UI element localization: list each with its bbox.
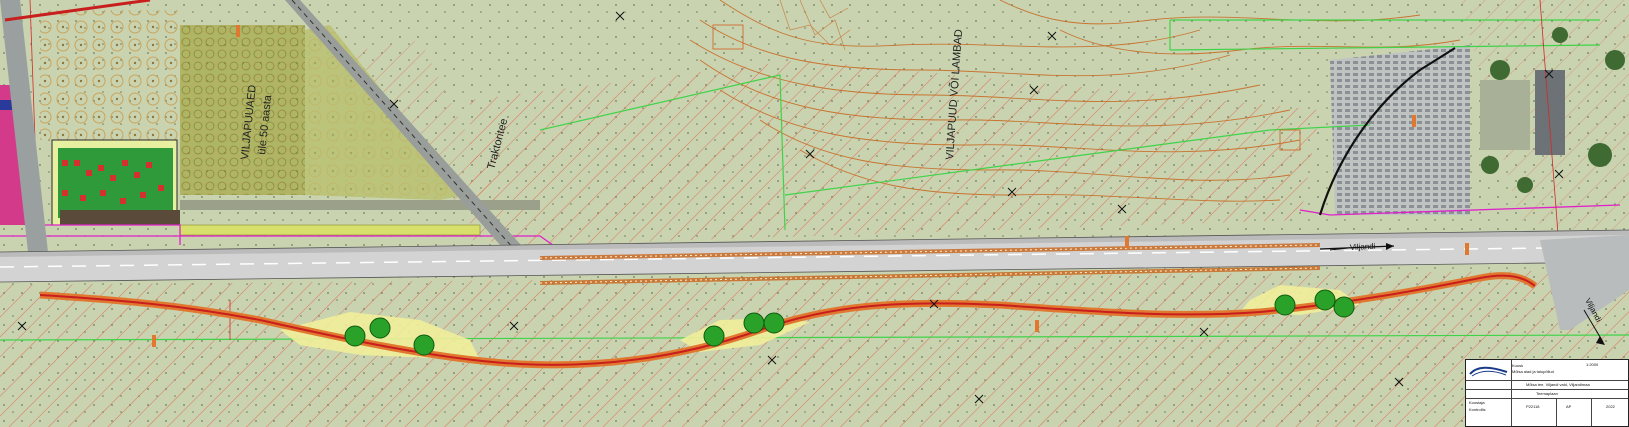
tb-checked: Kontrollis xyxy=(1469,407,1486,412)
tb-sheet: AP xyxy=(1566,404,1572,409)
title-block: Kuusk Mõisa aiad ja talupõllud 1:2000 Mõ… xyxy=(1465,359,1629,427)
tb-number: P22118 xyxy=(1526,404,1540,409)
map-sheet: VILJAPUUAED üle 50 aasta Traktoritee VIL… xyxy=(0,0,1629,427)
tb-header-company: Kuusk xyxy=(1512,363,1524,368)
company-logo-icon xyxy=(1469,366,1508,377)
tb-scale: 1:2000 xyxy=(1586,362,1599,367)
tb-author: Koostaja xyxy=(1469,400,1485,405)
tb-header-subtitle: Mõisa aiad ja talupõllud xyxy=(1512,369,1554,374)
tb-project: Mõisa tee, Viljandi vald, Viljandimaa xyxy=(1526,382,1590,387)
tb-date: 2022 xyxy=(1606,404,1615,409)
tb-drawing: Teemaplaan xyxy=(1536,391,1558,396)
site-plan-map: VILJAPUUAED üle 50 aasta Traktoritee VIL… xyxy=(0,0,1629,427)
